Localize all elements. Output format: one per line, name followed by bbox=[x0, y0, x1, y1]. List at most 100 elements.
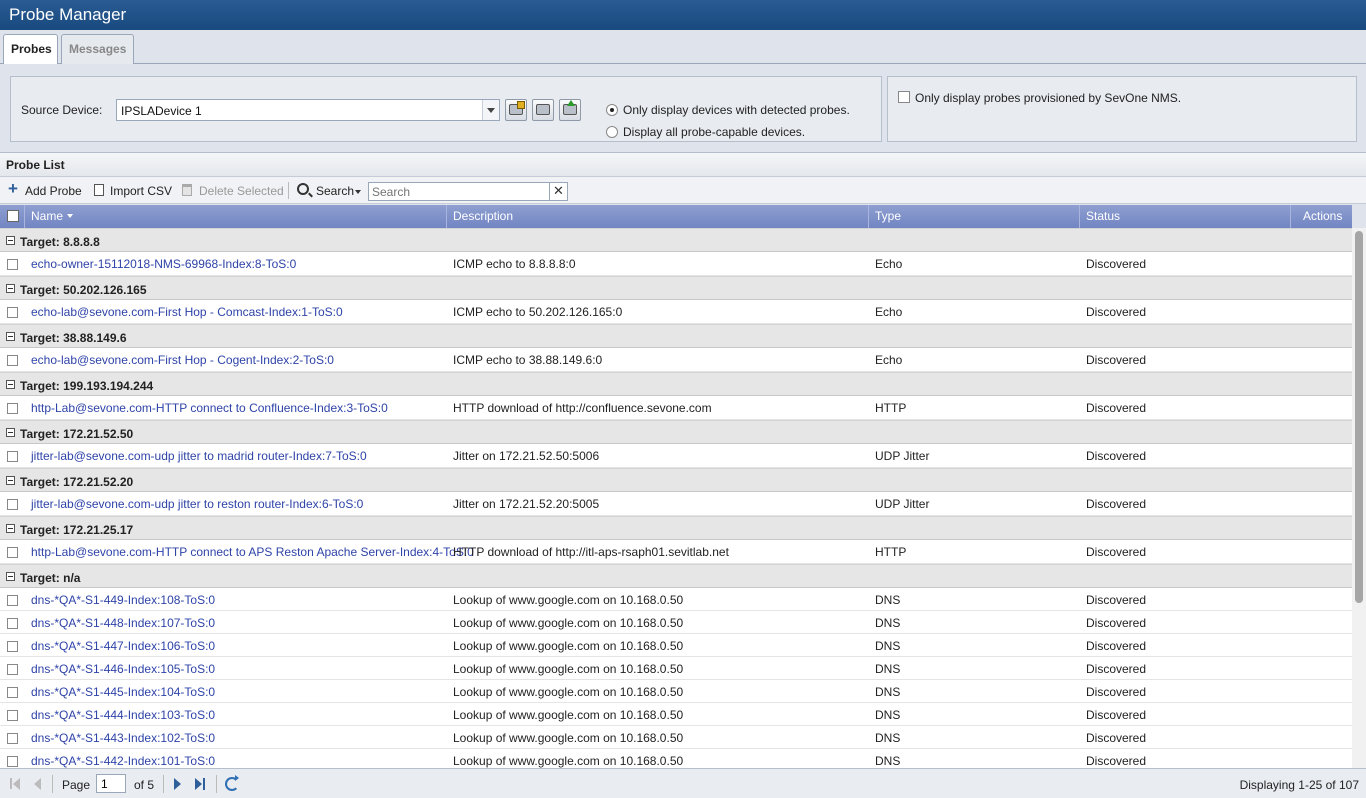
edit-device-button[interactable] bbox=[505, 99, 527, 121]
page-input[interactable] bbox=[97, 775, 125, 792]
row-checkbox[interactable] bbox=[7, 499, 18, 510]
row-checkbox[interactable] bbox=[7, 355, 18, 366]
collapse-icon[interactable] bbox=[6, 428, 15, 437]
col-name[interactable]: Name bbox=[25, 205, 447, 228]
radio-all-devices-control[interactable] bbox=[606, 126, 618, 138]
collapse-icon[interactable] bbox=[6, 476, 15, 485]
table-row[interactable]: http-Lab@sevone.com-HTTP connect to APS … bbox=[0, 540, 1352, 564]
row-checkbox[interactable] bbox=[7, 259, 18, 270]
probe-name-link[interactable]: jitter-lab@sevone.com-udp jitter to rest… bbox=[31, 497, 363, 511]
group-row[interactable]: Target: 38.88.149.6 bbox=[0, 324, 1352, 348]
row-checkbox[interactable] bbox=[7, 733, 18, 744]
probe-name-link[interactable]: dns-*QA*-S1-446-Index:105-ToS:0 bbox=[31, 662, 215, 676]
only-sevone-checkbox[interactable] bbox=[898, 91, 910, 103]
probe-name-link[interactable]: jitter-lab@sevone.com-udp jitter to madr… bbox=[31, 449, 367, 463]
table-row[interactable]: echo-lab@sevone.com-First Hop - Cogent-I… bbox=[0, 348, 1352, 372]
import-csv-icon[interactable] bbox=[94, 184, 104, 196]
table-row[interactable]: dns-*QA*-S1-448-Index:107-ToS:0 Lookup o… bbox=[0, 611, 1352, 634]
probe-name-link[interactable]: echo-lab@sevone.com-First Hop - Comcast-… bbox=[31, 305, 343, 319]
tab-messages[interactable]: Messages bbox=[61, 34, 134, 64]
page-field[interactable] bbox=[96, 774, 126, 793]
table-row[interactable]: echo-owner-15112018-NMS-69968-Index:8-To… bbox=[0, 252, 1352, 276]
group-row[interactable]: Target: 172.21.52.50 bbox=[0, 420, 1352, 444]
col-actions[interactable]: Actions bbox=[1291, 205, 1352, 228]
collapse-icon[interactable] bbox=[6, 332, 15, 341]
group-row[interactable]: Target: 172.21.52.20 bbox=[0, 468, 1352, 492]
probe-name-link[interactable]: http-Lab@sevone.com-HTTP connect to APS … bbox=[31, 545, 474, 559]
group-row[interactable]: Target: n/a bbox=[0, 564, 1352, 588]
delete-selected-button[interactable]: Delete Selected bbox=[199, 184, 284, 198]
row-checkbox[interactable] bbox=[7, 307, 18, 318]
import-csv-button[interactable]: Import CSV bbox=[110, 184, 172, 198]
group-row[interactable]: Target: 8.8.8.8 bbox=[0, 228, 1352, 252]
next-page-icon[interactable] bbox=[172, 778, 184, 790]
table-row[interactable]: jitter-lab@sevone.com-udp jitter to rest… bbox=[0, 492, 1352, 516]
group-row[interactable]: Target: 50.202.126.165 bbox=[0, 276, 1352, 300]
group-row[interactable]: Target: 199.193.194.244 bbox=[0, 372, 1352, 396]
collapse-icon[interactable] bbox=[6, 380, 15, 389]
table-row[interactable]: http-Lab@sevone.com-HTTP connect to Conf… bbox=[0, 396, 1352, 420]
row-checkbox[interactable] bbox=[7, 710, 18, 721]
clear-search-button[interactable]: ✕ bbox=[549, 182, 568, 201]
probe-name-link[interactable]: dns-*QA*-S1-449-Index:108-ToS:0 bbox=[31, 593, 215, 607]
probe-name-link[interactable]: echo-owner-15112018-NMS-69968-Index:8-To… bbox=[31, 257, 296, 271]
row-checkbox[interactable] bbox=[7, 687, 18, 698]
vertical-scrollbar[interactable] bbox=[1352, 228, 1366, 768]
col-type[interactable]: Type bbox=[869, 205, 1080, 228]
group-title: Target: 199.193.194.244 bbox=[20, 379, 154, 393]
col-description[interactable]: Description bbox=[447, 205, 869, 228]
probe-name-link[interactable]: dns-*QA*-S1-444-Index:103-ToS:0 bbox=[31, 708, 215, 722]
probe-type: Echo bbox=[875, 353, 903, 367]
device-info-button[interactable] bbox=[532, 99, 554, 121]
row-checkbox[interactable] bbox=[7, 595, 18, 606]
tab-probes[interactable]: Probes bbox=[3, 34, 58, 65]
row-checkbox[interactable] bbox=[7, 618, 18, 629]
probe-name-link[interactable]: dns-*QA*-S1-448-Index:107-ToS:0 bbox=[31, 616, 215, 630]
table-row[interactable]: dns-*QA*-S1-447-Index:106-ToS:0 Lookup o… bbox=[0, 634, 1352, 657]
search-menu-button[interactable]: Search bbox=[316, 184, 354, 198]
search-icon[interactable] bbox=[297, 183, 309, 195]
radio-detected-probes-control[interactable] bbox=[606, 104, 618, 116]
collapse-icon[interactable] bbox=[6, 572, 15, 581]
select-all-checkbox[interactable] bbox=[7, 210, 19, 222]
refresh-icon[interactable] bbox=[225, 775, 239, 791]
probe-name-link[interactable]: dns-*QA*-S1-442-Index:101-ToS:0 bbox=[31, 754, 215, 768]
probe-name-link[interactable]: dns-*QA*-S1-445-Index:104-ToS:0 bbox=[31, 685, 215, 699]
row-checkbox[interactable] bbox=[7, 664, 18, 675]
table-row[interactable]: dns-*QA*-S1-449-Index:108-ToS:0 Lookup o… bbox=[0, 588, 1352, 611]
table-row[interactable]: dns-*QA*-S1-446-Index:105-ToS:0 Lookup o… bbox=[0, 657, 1352, 680]
source-device-combo[interactable]: IPSLADevice 1 bbox=[116, 99, 500, 121]
row-checkbox[interactable] bbox=[7, 403, 18, 414]
row-checkbox[interactable] bbox=[7, 547, 18, 558]
search-input[interactable] bbox=[369, 183, 549, 200]
row-checkbox[interactable] bbox=[7, 451, 18, 462]
search-menu-chevron-icon[interactable] bbox=[355, 190, 361, 194]
scrollbar-thumb[interactable] bbox=[1355, 231, 1363, 603]
probe-name-link[interactable]: echo-lab@sevone.com-First Hop - Cogent-I… bbox=[31, 353, 334, 367]
collapse-icon[interactable] bbox=[6, 524, 15, 533]
first-page-icon[interactable] bbox=[10, 778, 22, 790]
upload-device-button[interactable] bbox=[559, 99, 581, 121]
probe-name-link[interactable]: http-Lab@sevone.com-HTTP connect to Conf… bbox=[31, 401, 388, 415]
row-checkbox[interactable] bbox=[7, 756, 18, 767]
probe-description: Jitter on 172.21.52.50:5006 bbox=[453, 449, 600, 463]
table-row[interactable]: dns-*QA*-S1-443-Index:102-ToS:0 Lookup o… bbox=[0, 726, 1352, 749]
col-status[interactable]: Status bbox=[1080, 205, 1291, 228]
last-page-icon[interactable] bbox=[194, 778, 206, 790]
collapse-icon[interactable] bbox=[6, 236, 15, 245]
add-probe-button[interactable]: Add Probe bbox=[25, 184, 82, 198]
group-row[interactable]: Target: 172.21.25.17 bbox=[0, 516, 1352, 540]
chevron-down-icon[interactable] bbox=[482, 100, 499, 120]
probe-name-link[interactable]: dns-*QA*-S1-447-Index:106-ToS:0 bbox=[31, 639, 215, 653]
table-row[interactable]: dns-*QA*-S1-442-Index:101-ToS:0 Lookup o… bbox=[0, 749, 1352, 768]
probe-name-link[interactable]: dns-*QA*-S1-443-Index:102-ToS:0 bbox=[31, 731, 215, 745]
table-row[interactable]: echo-lab@sevone.com-First Hop - Comcast-… bbox=[0, 300, 1352, 324]
add-icon[interactable] bbox=[8, 179, 19, 199]
prev-page-icon[interactable] bbox=[31, 778, 43, 790]
row-checkbox[interactable] bbox=[7, 641, 18, 652]
search-field[interactable] bbox=[368, 182, 550, 201]
collapse-icon[interactable] bbox=[6, 284, 15, 293]
table-row[interactable]: dns-*QA*-S1-444-Index:103-ToS:0 Lookup o… bbox=[0, 703, 1352, 726]
table-row[interactable]: jitter-lab@sevone.com-udp jitter to madr… bbox=[0, 444, 1352, 468]
table-row[interactable]: dns-*QA*-S1-445-Index:104-ToS:0 Lookup o… bbox=[0, 680, 1352, 703]
